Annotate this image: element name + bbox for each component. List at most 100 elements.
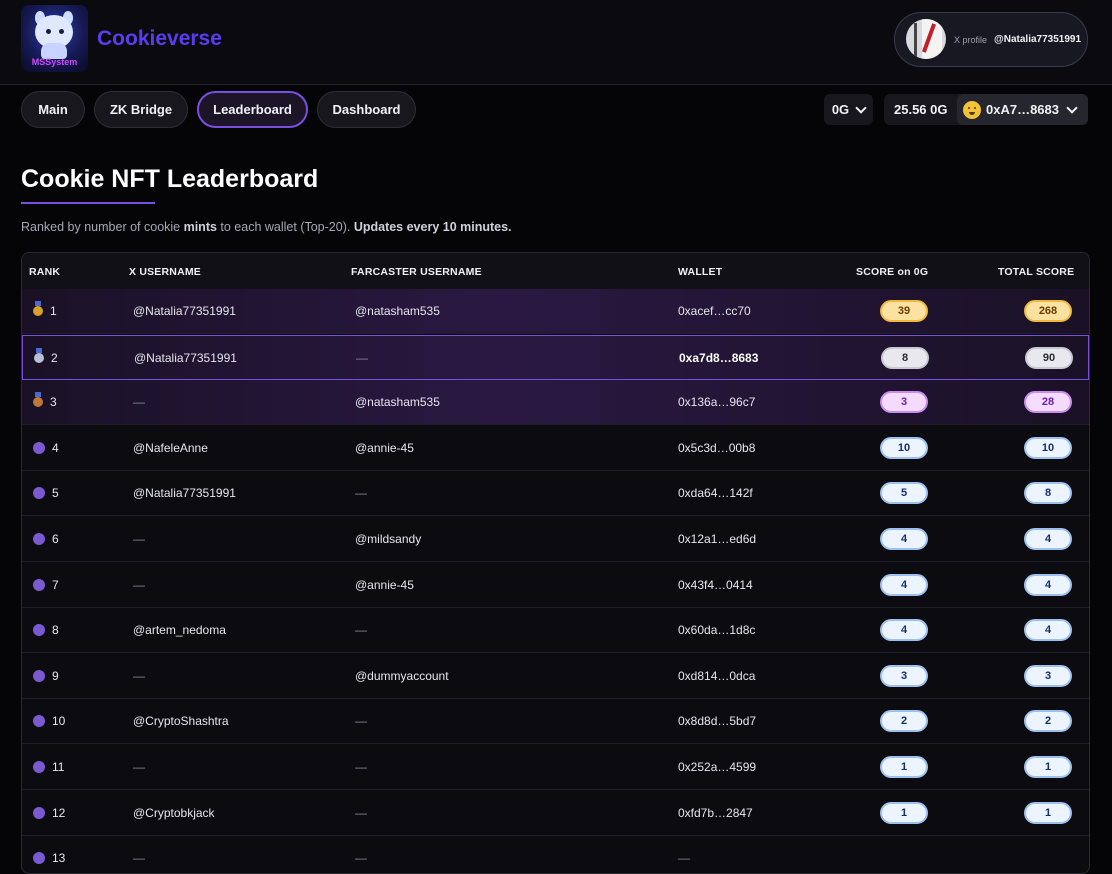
total-score-badge: 268 xyxy=(1024,300,1072,322)
tab-leaderboard[interactable]: Leaderboard xyxy=(197,91,308,128)
wallet-cell: 0x43f4…0414 xyxy=(678,577,753,592)
rank-cell: 6 xyxy=(33,532,59,546)
account-address: 0xA7…8683 xyxy=(986,102,1059,117)
score-0g-badge: 3 xyxy=(880,664,928,687)
cookie-dot-icon xyxy=(33,852,45,865)
total-score-badge: 4 xyxy=(1024,528,1072,550)
title-underline xyxy=(21,202,155,204)
score-0g-badge: 4 xyxy=(880,619,928,642)
chain-label: 0G xyxy=(831,102,850,117)
x-username-cell: — xyxy=(133,851,145,866)
tab-dashboard[interactable]: Dashboard xyxy=(317,91,416,128)
table-row: 5 @Natalia77351991 — 0xda64…142f 5 8 xyxy=(22,471,1089,517)
rank-number: 3 xyxy=(50,395,57,410)
rank-cell: 12 xyxy=(33,806,65,820)
rank-number: 8 xyxy=(52,623,59,638)
rank-cell: 1 xyxy=(33,301,57,318)
leaderboard-table: RANK X USERNAME FARCASTER USERNAME WALLE… xyxy=(21,252,1090,874)
logo-text: MSSystem xyxy=(31,57,78,67)
tab-zk-bridge[interactable]: ZK Bridge xyxy=(94,91,188,128)
rank-number: 9 xyxy=(52,668,59,683)
header-score-0g: SCORE on 0G xyxy=(856,266,929,278)
wallet-balance: 25.56 0G xyxy=(894,102,948,117)
total-score-badge: 3 xyxy=(1024,664,1072,687)
table-row: 7 — @annie-45 0x43f4…0414 4 4 xyxy=(22,563,1089,608)
wallet-box: 25.56 0G 0xA7…8683 xyxy=(884,94,1088,125)
cookie-dot-icon xyxy=(33,487,45,500)
farcaster-username-cell: — xyxy=(355,851,367,866)
wallet-cell: 0x12a1…ed6d xyxy=(678,532,757,546)
page-title: Cookie NFT Leaderboard xyxy=(21,165,319,193)
farcaster-username-cell: @dummyaccount xyxy=(355,668,449,683)
score-0g-badge: 10 xyxy=(880,436,928,459)
total-score-badge: 90 xyxy=(1025,346,1073,369)
x-username-cell: @Natalia77351991 xyxy=(134,350,237,365)
account-button[interactable]: 0xA7…8683 xyxy=(957,94,1088,125)
table-header: RANK X USERNAME FARCASTER USERNAME WALLE… xyxy=(22,253,1089,290)
cookie-dot-icon xyxy=(33,715,45,728)
table-row: 6 — @mildsandy 0x12a1…ed6d 4 4 xyxy=(22,517,1089,562)
x-username-cell: @artem_nedoma xyxy=(133,623,226,638)
total-score-badge: 2 xyxy=(1024,710,1072,733)
wallet-cell: 0xd814…0dca xyxy=(678,668,756,683)
cookie-dot-icon xyxy=(33,578,45,591)
x-username-cell: — xyxy=(133,577,145,592)
farcaster-username-cell: — xyxy=(355,486,367,501)
total-score-badge: 4 xyxy=(1024,619,1072,642)
rank-cell: 2 xyxy=(34,347,58,365)
cookie-dot-icon xyxy=(33,441,45,454)
rank-cell: 7 xyxy=(33,578,59,592)
rank-number: 12 xyxy=(52,805,66,820)
farcaster-username-cell: @annie-45 xyxy=(355,440,414,455)
chain-selector[interactable]: 0G xyxy=(824,94,873,125)
total-score-badge: 1 xyxy=(1024,801,1072,824)
farcaster-username-cell: — xyxy=(355,714,367,729)
farcaster-username-cell: — xyxy=(356,350,368,365)
x-username-cell: @Natalia77351991 xyxy=(133,486,236,501)
brand-name[interactable]: Cookieverse xyxy=(97,27,222,51)
wallet-cell: 0xa7d8…8683 xyxy=(679,350,759,365)
header-rank: RANK xyxy=(29,266,61,278)
farcaster-username-cell: — xyxy=(355,760,367,774)
wallet-cell: 0x8d8d…5bd7 xyxy=(678,714,757,729)
wallet-cell: 0x5c3d…00b8 xyxy=(678,440,756,455)
rank-cell: 8 xyxy=(33,623,59,637)
table-row: 3 — @natasham535 0x136a…96c7 3 28 xyxy=(22,380,1089,426)
cookie-dot-icon xyxy=(33,533,45,545)
tab-main[interactable]: Main xyxy=(21,91,85,128)
chevron-down-icon xyxy=(1066,101,1078,114)
cookie-dot-icon xyxy=(33,761,45,773)
rank-cell: 5 xyxy=(33,486,59,500)
rank-cell: 9 xyxy=(33,669,59,683)
table-row: 8 @artem_nedoma — 0x60da…1d8c 4 4 xyxy=(22,608,1089,654)
x-username-cell: @Cryptobkjack xyxy=(133,805,215,820)
cookie-dot-icon xyxy=(33,669,45,682)
rank-cell: 13 xyxy=(33,851,65,865)
x-username-cell: — xyxy=(133,668,145,683)
rank-number: 6 xyxy=(52,532,59,546)
avatar xyxy=(906,19,946,59)
rank-cell: 11 xyxy=(33,760,64,774)
wallet-cell: 0x136a…96c7 xyxy=(678,395,756,410)
app-logo[interactable]: MSSystem xyxy=(21,5,88,72)
table-row: 13 — — — xyxy=(22,836,1089,873)
page-subtitle: Ranked by number of cookie mints to each… xyxy=(21,220,512,234)
header-wallet: WALLET xyxy=(678,266,723,278)
score-0g-badge: 5 xyxy=(880,482,928,505)
score-0g-badge: 8 xyxy=(881,346,929,369)
x-username-cell: — xyxy=(133,760,145,774)
wallet-cell: 0x252a…4599 xyxy=(678,760,757,774)
score-0g-badge: 4 xyxy=(880,573,928,596)
header-total-score: TOTAL SCORE xyxy=(998,266,1075,278)
farcaster-username-cell: @natasham535 xyxy=(355,304,440,318)
rank-number: 1 xyxy=(50,304,57,318)
x-profile-button[interactable]: X profile @Natalia77351991 xyxy=(894,12,1088,67)
rank-number: 2 xyxy=(51,350,58,365)
score-0g-badge: 3 xyxy=(880,391,928,414)
wallet-cell: 0xacef…cc70 xyxy=(678,304,751,318)
total-score-badge: 1 xyxy=(1024,756,1072,778)
profile-handle: @Natalia77351991 xyxy=(994,34,1082,45)
rank-number: 13 xyxy=(52,851,66,866)
rank-number: 5 xyxy=(52,486,59,501)
total-score-badge: 4 xyxy=(1024,573,1072,596)
